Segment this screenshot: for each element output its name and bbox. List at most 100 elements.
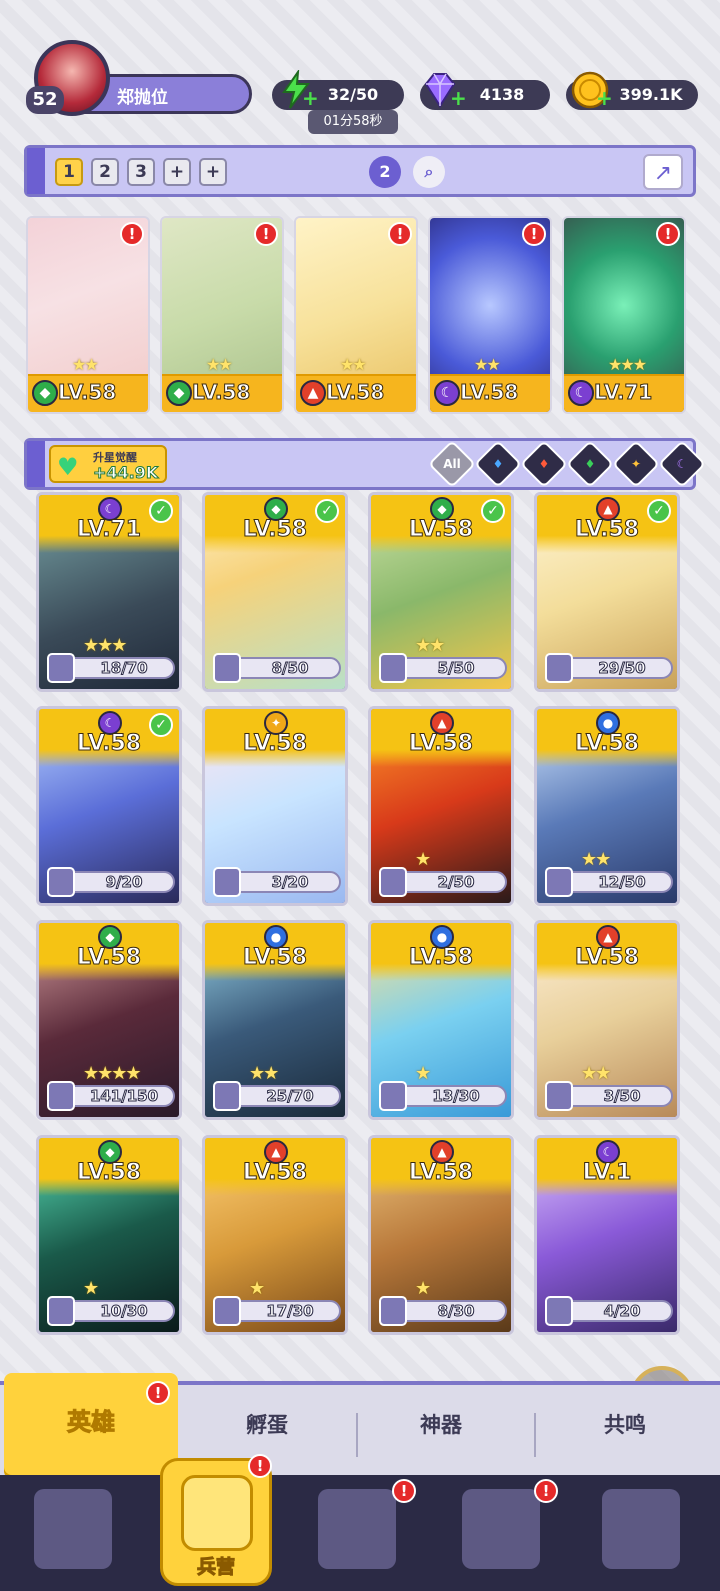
team-hero-alert-icon: !	[120, 222, 144, 246]
shard-card-icon	[213, 867, 241, 897]
tab-artifacts[interactable]: 神器	[420, 1409, 462, 1439]
hero-shard-count: 3/50	[603, 1087, 641, 1106]
team-hero-card[interactable]: ! ★★★ ☾ LV.71	[562, 216, 686, 414]
hero-shard-count: 25/70	[266, 1087, 314, 1106]
shard-card-icon	[47, 867, 75, 897]
hero-shard-progress: 2/50	[379, 867, 507, 897]
hero-stars: ★★★★	[83, 1063, 142, 1084]
gold-value: 399.1K	[619, 85, 683, 104]
hero-card[interactable]: ● LV.58 ★★ 12/50	[534, 706, 680, 906]
magnifier-icon[interactable]: ⌕	[413, 156, 445, 188]
team-hero-alert-icon: !	[522, 222, 546, 246]
heroes-tab-alert-icon: !	[146, 1381, 170, 1405]
hero-card[interactable]: ● LV.58 ★ 13/30	[368, 920, 514, 1120]
team-tab-2[interactable]: 2	[91, 158, 119, 186]
filter-nature-icon[interactable]: ♦	[565, 439, 615, 489]
pet-icon[interactable]: 2	[369, 156, 401, 188]
team-selector-bar: 1 2 3 + + 2 ⌕ ↗	[24, 145, 696, 197]
heart-icon: ♥	[57, 453, 79, 481]
hero-card[interactable]: ◆ ✓ LV.58 ★★ 5/50	[368, 492, 514, 692]
team-hero-stars: ★★	[72, 355, 99, 374]
hero-shard-count: 8/30	[437, 1302, 475, 1321]
hero-shard-progress: 18/70	[47, 653, 175, 683]
hero-level: LV.58	[242, 731, 308, 757]
hero-card[interactable]: ✦ LV.58 3/20	[202, 706, 348, 906]
hero-shard-progress: 8/50	[213, 653, 341, 683]
team-hero-card[interactable]: ! ★★ ☾ LV.58	[428, 216, 552, 414]
team-hero-level: LV.58	[57, 380, 117, 405]
filter-fire-icon[interactable]: ♦	[519, 439, 569, 489]
hero-level: LV.58	[408, 945, 474, 971]
hero-level: LV.58	[408, 517, 474, 543]
hero-card[interactable]: ◆ ✓ LV.58 8/50	[202, 492, 348, 692]
hero-level: LV.58	[242, 945, 308, 971]
team-hero-stars: ★★	[340, 355, 367, 374]
shard-card-icon	[47, 653, 75, 683]
shard-card-icon	[213, 1081, 241, 1111]
awaken-power-badge[interactable]: ♥ 升星觉醒 +44.9K	[49, 445, 167, 483]
barracks-alert-icon: !	[248, 1454, 272, 1478]
team-hero-card[interactable]: ! ★★ ▲ LV.58	[294, 216, 418, 414]
team-hero-card[interactable]: ! ★★ ◆ LV.58	[26, 216, 150, 414]
team-hero-level: LV.71	[593, 380, 653, 405]
mushroom-house-icon[interactable]	[602, 1489, 680, 1569]
team-bar-accent	[27, 148, 45, 194]
hero-shard-progress: 25/70	[213, 1081, 341, 1111]
hero-shard-progress: 10/30	[47, 1296, 175, 1326]
hero-shard-progress: 3/20	[213, 867, 341, 897]
hero-shard-count: 4/20	[603, 1302, 641, 1321]
share-button[interactable]: ↗	[643, 154, 683, 190]
hero-card[interactable]: ◆ LV.58 ★★★★ 141/150	[36, 920, 182, 1120]
energy-value: 32/50	[327, 85, 379, 104]
hero-card[interactable]: ▲ LV.58 ★ 17/30	[202, 1135, 348, 1335]
hero-card[interactable]: ● LV.58 ★★ 25/70	[202, 920, 348, 1120]
filter-light-icon[interactable]: ✦	[611, 439, 661, 489]
hero-card[interactable]: ▲ ✓ LV.58 29/50	[534, 492, 680, 692]
hero-stars: ★	[83, 1278, 99, 1299]
shard-card-icon	[47, 1081, 75, 1111]
hero-level: LV.71	[76, 517, 142, 543]
hero-shard-count: 5/50	[437, 659, 475, 678]
hero-shard-count: 17/30	[266, 1302, 314, 1321]
hero-level: LV.58	[242, 1160, 308, 1186]
tab-resonance[interactable]: 共鸣	[604, 1409, 646, 1439]
shard-card-icon	[379, 1296, 407, 1326]
hero-stars: ★	[415, 1063, 431, 1084]
element-fire-icon: ▲	[300, 380, 326, 406]
tab-divider	[534, 1413, 536, 1457]
hero-card[interactable]: ☾ LV.1 4/20	[534, 1135, 680, 1335]
add-energy-icon[interactable]: +	[302, 86, 319, 110]
temple-icon[interactable]	[462, 1489, 540, 1569]
hero-shard-progress: 17/30	[213, 1296, 341, 1326]
hero-card[interactable]: ▲ LV.58 ★★ 3/50	[534, 920, 680, 1120]
hero-card[interactable]: ▲ LV.58 ★ 2/50	[368, 706, 514, 906]
add-gold-icon[interactable]: +	[596, 86, 613, 110]
hero-stars: ★★	[415, 635, 445, 656]
hero-shard-progress: 9/20	[47, 867, 175, 897]
sub-tab-bar: 英雄 ! 孵蛋 神器 共鸣	[0, 1373, 720, 1475]
shard-card-icon	[213, 1296, 241, 1326]
cards-icon[interactable]	[34, 1489, 112, 1569]
team-tab-add-2[interactable]: +	[199, 158, 227, 186]
team-tab-1[interactable]: 1	[55, 158, 83, 186]
shard-card-icon	[213, 653, 241, 683]
team-hero-card[interactable]: ! ★★ ◆ LV.58	[160, 216, 284, 414]
add-gems-icon[interactable]: +	[450, 86, 467, 110]
hero-shard-progress: 3/50	[545, 1081, 673, 1111]
hero-stars: ★	[415, 849, 431, 870]
map-icon[interactable]	[318, 1489, 396, 1569]
hero-card[interactable]: ▲ LV.58 ★ 8/30	[368, 1135, 514, 1335]
filter-all-button[interactable]: All	[427, 439, 477, 489]
shard-card-icon	[545, 867, 573, 897]
hero-shard-progress: 12/50	[545, 867, 673, 897]
hero-card[interactable]: ◆ LV.58 ★ 10/30	[36, 1135, 182, 1335]
bottom-nav: ! !	[0, 1475, 720, 1591]
tab-hatch[interactable]: 孵蛋	[246, 1409, 288, 1439]
team-hero-alert-icon: !	[656, 222, 680, 246]
hero-card[interactable]: ☾ ✓ LV.58 9/20	[36, 706, 182, 906]
filter-water-icon[interactable]: ♦	[473, 439, 523, 489]
hero-stars: ★★	[581, 1063, 611, 1084]
team-tab-3[interactable]: 3	[127, 158, 155, 186]
team-tab-add-1[interactable]: +	[163, 158, 191, 186]
hero-card[interactable]: ☾ ✓ LV.71 ★★★ 18/70	[36, 492, 182, 692]
